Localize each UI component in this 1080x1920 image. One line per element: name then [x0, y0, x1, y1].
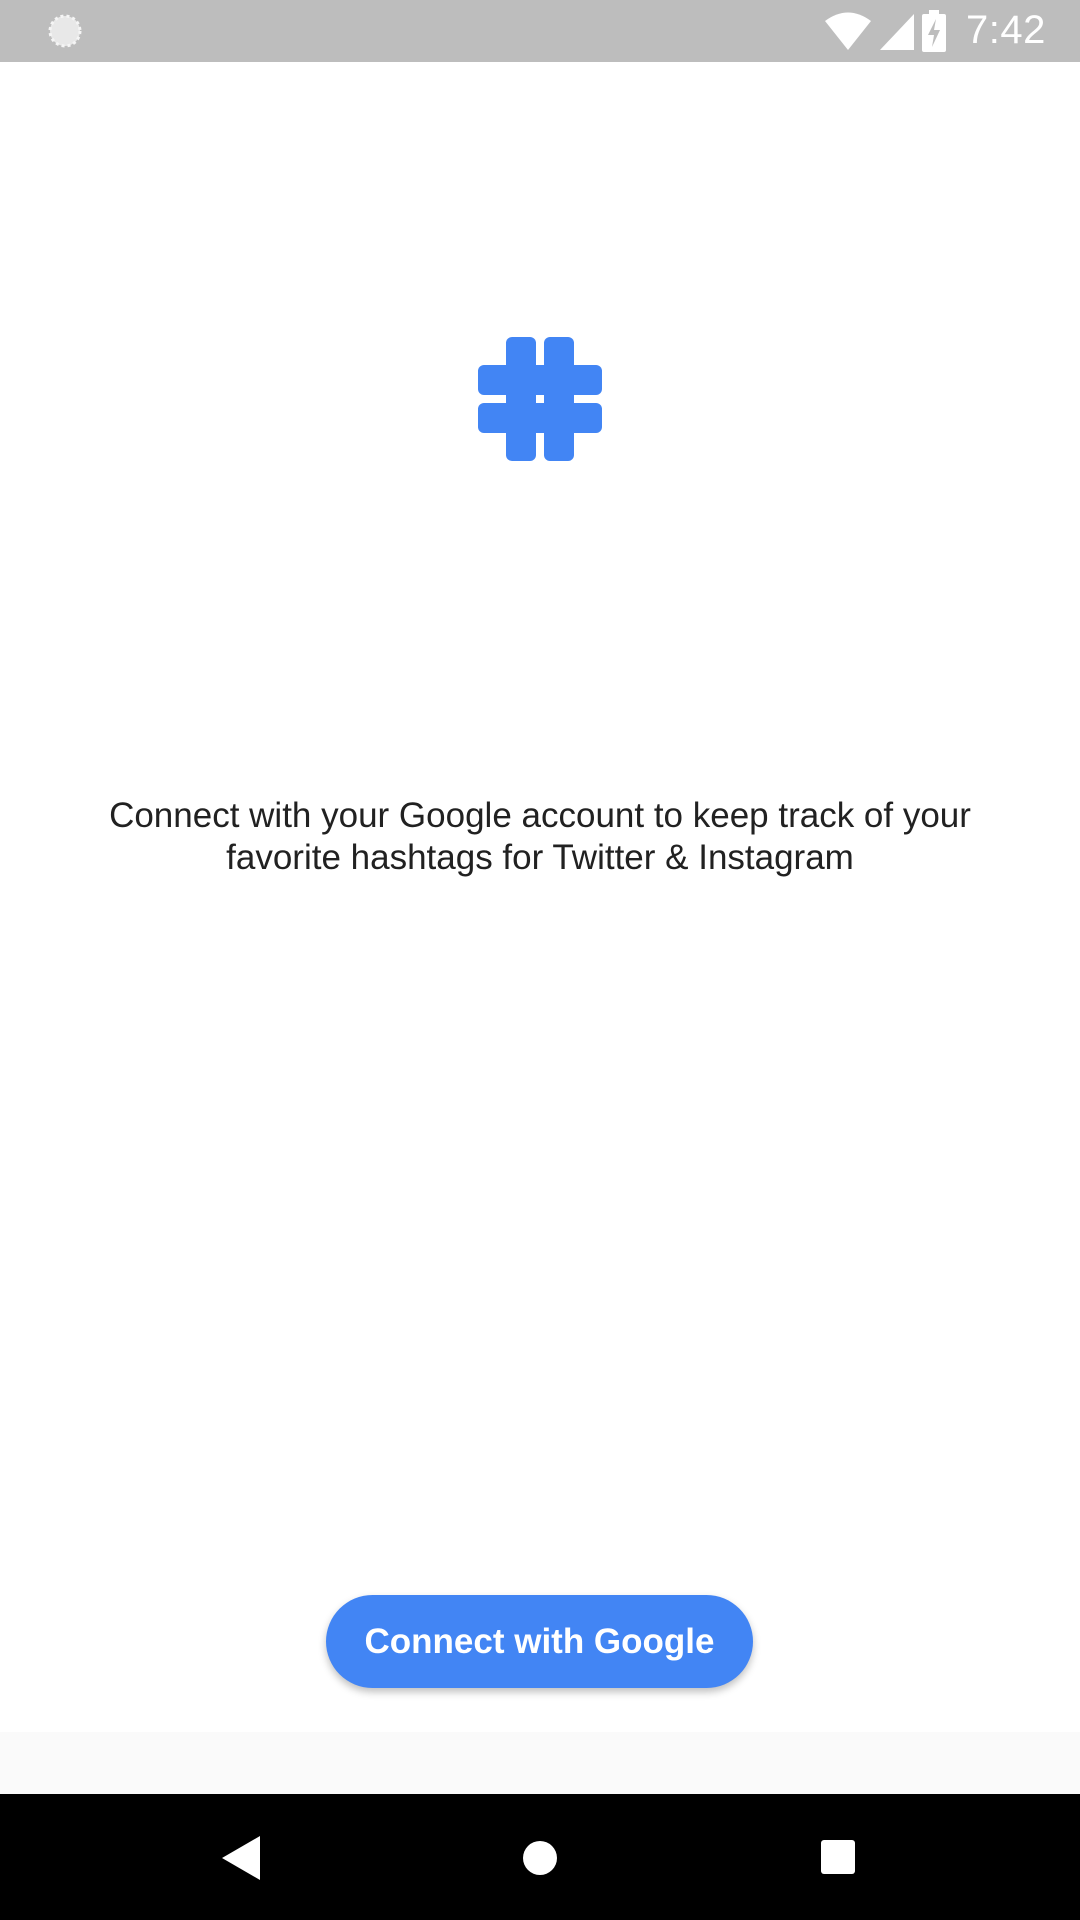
wifi-icon	[825, 12, 871, 50]
home-icon[interactable]	[521, 1839, 559, 1877]
recents-icon[interactable]	[821, 1840, 855, 1874]
navigation-bar	[0, 1794, 1080, 1920]
connect-with-google-button[interactable]: Connect with Google	[326, 1595, 753, 1688]
battery-charging-icon	[922, 10, 946, 52]
status-icons: 7:42	[820, 0, 1080, 62]
back-icon[interactable]	[222, 1836, 260, 1880]
status-bar: 7:42	[0, 0, 1080, 62]
loading-icon	[48, 14, 82, 48]
login-screen: 7:42 Connect with your Google account to…	[0, 0, 1080, 1920]
hashtag-icon	[478, 337, 602, 461]
description-text: Connect with your Google account to keep…	[109, 796, 971, 877]
bottom-strip	[0, 1732, 1080, 1794]
signal-icon	[880, 14, 914, 50]
status-time: 7:42	[966, 8, 1046, 52]
